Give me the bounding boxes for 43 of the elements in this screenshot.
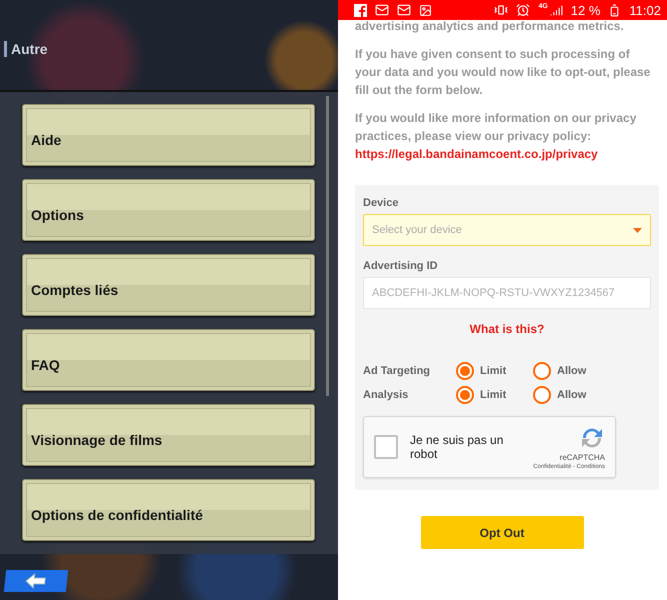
radio-button[interactable] <box>533 362 551 380</box>
signal-icon <box>550 4 563 16</box>
paragraph: advertising analytics and performance metrics. <box>355 18 625 35</box>
clock-time: 11:02 <box>629 2 661 18</box>
section-title: Autre <box>4 41 48 57</box>
help-link[interactable]: What is this? <box>470 322 544 336</box>
paragraph: If you have given consent to such processing of your data and you would now like to opt-out, please fill out the form below. <box>355 46 652 99</box>
setting-label: Analysis <box>363 389 410 401</box>
menu-button[interactable]: Options de confidentialité <box>22 479 315 541</box>
menu-button[interactable]: Comptes liés <box>22 254 315 316</box>
mail-icon <box>375 3 389 17</box>
radio-option[interactable]: Limit <box>456 386 533 404</box>
radio-option[interactable]: Allow <box>533 386 651 404</box>
menu-button[interactable]: Visionnage de films <box>22 404 315 466</box>
menu-button[interactable]: Options <box>22 179 315 241</box>
image-icon <box>419 4 432 16</box>
checkbox[interactable] <box>374 435 398 459</box>
setting-label: Ad Targeting <box>363 365 432 377</box>
field-label: Device <box>363 197 400 209</box>
radio-option[interactable]: Limit <box>456 362 533 380</box>
paragraph: If you would like more information on our privacy practices, please view our privacy policy: <box>355 110 638 145</box>
radio-option[interactable]: Allow <box>533 362 651 380</box>
opt-out-button[interactable]: Opt Out <box>420 516 584 549</box>
captcha-brand: reCAPTCHA <box>560 452 605 462</box>
input-field[interactable]: ABCDEFHI-JKLM-NOPQ-RSTU-VWXYZ1234567 <box>363 277 651 309</box>
battery-icon <box>608 4 622 16</box>
radio-button[interactable] <box>533 386 551 404</box>
battery-percent: 12 % <box>570 2 600 18</box>
vibrate-icon <box>494 3 508 17</box>
dropdown-caret-icon <box>633 228 642 232</box>
app-notification-icon <box>354 4 367 16</box>
arrow-left-icon <box>24 573 48 589</box>
mail-icon <box>397 3 411 17</box>
privacy-link[interactable]: https://legal.bandainamcoent.co.jp/privacy <box>355 145 659 163</box>
radio-button[interactable] <box>456 386 474 404</box>
menu-button[interactable]: FAQ <box>22 329 315 391</box>
scrollbar[interactable] <box>326 96 329 396</box>
radio-button[interactable] <box>456 362 474 380</box>
back-button[interactable] <box>4 570 68 592</box>
captcha-label: Je ne suis pas un robot <box>410 433 504 461</box>
field-label: Advertising ID <box>363 260 439 272</box>
menu-button[interactable]: Aide <box>22 104 315 166</box>
alarm-icon <box>516 3 530 17</box>
